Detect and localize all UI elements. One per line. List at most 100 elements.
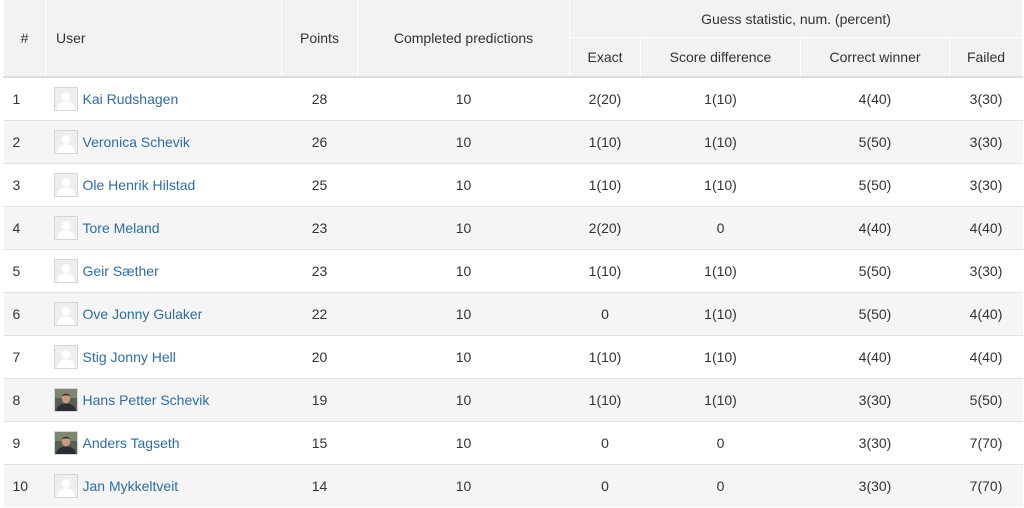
table-row: 1 Kai Rudshagen 28 10 2(20) 1(10) 4(40) 3(30) [3, 77, 1023, 120]
correct-winner-cell: 4(40) [800, 334, 950, 378]
user-profile-link[interactable]: Kai Rudshagen [83, 91, 179, 107]
failed-cell: 4(40) [949, 291, 1023, 335]
user-cell: Geir Sæther [45, 248, 282, 292]
user-cell: Anders Tagseth [45, 420, 282, 464]
table-row: 9 Anders Tagseth 15 10 0 0 3(30) 7(70) [3, 420, 1023, 464]
user-profile-link[interactable]: Stig Jonny Hell [83, 349, 176, 365]
correct-winner-cell: 3(30) [800, 420, 950, 464]
points-cell: 20 [281, 334, 358, 378]
points-cell: 14 [281, 463, 358, 507]
user-placeholder-avatar-icon [53, 129, 78, 154]
points-cell: 26 [281, 119, 358, 163]
user-cell: Hans Petter Schevik [45, 377, 282, 421]
user-placeholder-avatar-icon [53, 172, 78, 197]
score-difference-cell: 1(10) [640, 291, 801, 335]
rank-header[interactable]: # [3, 0, 46, 78]
completed-predictions-cell: 10 [357, 377, 570, 421]
correct-winner-cell: 5(50) [800, 248, 950, 292]
table-row: 8 Hans Petter Schevik 19 10 1(10) 1(10) 3(30) 5… [3, 377, 1023, 421]
failed-cell: 3(30) [949, 119, 1023, 163]
completed-predictions-cell: 10 [357, 77, 570, 120]
table-body: 1 Kai Rudshagen 28 10 2(20) 1(10) 4(40) 3(30) 2 V… [3, 77, 1023, 507]
completed-predictions-cell: 10 [357, 420, 570, 464]
score-difference-cell: 1(10) [640, 77, 801, 120]
exact-cell: 0 [569, 420, 641, 464]
user-placeholder-avatar-icon [53, 301, 78, 326]
points-cell: 23 [281, 248, 358, 292]
rank-cell: 9 [3, 420, 46, 464]
rank-cell: 5 [3, 248, 46, 292]
exact-cell: 2(20) [569, 77, 641, 120]
points-cell: 28 [281, 77, 358, 120]
user-cell: Tore Meland [45, 205, 282, 249]
correct-winner-header[interactable]: Correct winner [800, 37, 950, 78]
completed-predictions-cell: 10 [357, 119, 570, 163]
user-header[interactable]: User [45, 0, 282, 78]
user-profile-link[interactable]: Ove Jonny Gulaker [83, 306, 203, 322]
user-placeholder-avatar-icon [53, 344, 78, 369]
leaderboard-table: # User Points Completed predictions Gues… [3, 0, 1024, 507]
user-photo-avatar [53, 387, 78, 412]
user-profile-link[interactable]: Jan Mykkeltveit [83, 478, 179, 494]
failed-cell: 4(40) [949, 205, 1023, 249]
guess-statistic-group-header: Guess statistic, num. (percent) [568, 0, 1024, 38]
rank-cell: 6 [3, 291, 46, 335]
exact-cell: 1(10) [569, 248, 641, 292]
correct-winner-cell: 4(40) [800, 77, 950, 120]
completed-predictions-header[interactable]: Completed predictions [357, 0, 570, 78]
user-profile-link[interactable]: Tore Meland [83, 220, 160, 236]
user-placeholder-avatar-icon [53, 258, 78, 283]
completed-predictions-cell: 10 [357, 205, 570, 249]
rank-cell: 4 [3, 205, 46, 249]
completed-predictions-cell: 10 [357, 334, 570, 378]
user-cell: Jan Mykkeltveit [45, 463, 282, 507]
points-cell: 25 [281, 162, 358, 206]
score-difference-cell: 1(10) [640, 248, 801, 292]
score-difference-cell: 0 [640, 463, 801, 507]
score-difference-cell: 0 [640, 420, 801, 464]
exact-cell: 1(10) [569, 162, 641, 206]
user-profile-link[interactable]: Veronica Schevik [83, 134, 190, 150]
completed-predictions-cell: 10 [357, 162, 570, 206]
user-profile-link[interactable]: Geir Sæther [83, 263, 159, 279]
exact-header[interactable]: Exact [569, 37, 641, 78]
points-header[interactable]: Points [281, 0, 358, 78]
table-header: # User Points Completed predictions Gues… [3, 0, 1024, 78]
failed-cell: 4(40) [949, 334, 1023, 378]
user-profile-link[interactable]: Hans Petter Schevik [83, 392, 210, 408]
table-row: 2 Veronica Schevik 26 10 1(10) 1(10) 5(50) 3(30… [3, 119, 1023, 163]
table-row: 4 Tore Meland 23 10 2(20) 0 4(40) 4(40) [3, 205, 1023, 249]
exact-cell: 2(20) [569, 205, 641, 249]
rank-cell: 8 [3, 377, 46, 421]
correct-winner-cell: 4(40) [800, 205, 950, 249]
failed-header[interactable]: Failed [948, 37, 1024, 78]
user-placeholder-avatar-icon [53, 215, 78, 240]
score-difference-cell: 1(10) [640, 119, 801, 163]
user-cell: Ole Henrik Hilstad [45, 162, 282, 206]
exact-cell: 1(10) [569, 334, 641, 378]
exact-cell: 1(10) [569, 119, 641, 163]
completed-predictions-cell: 10 [357, 291, 570, 335]
rank-cell: 1 [3, 77, 46, 120]
points-cell: 19 [281, 377, 358, 421]
exact-cell: 0 [569, 291, 641, 335]
correct-winner-cell: 5(50) [800, 291, 950, 335]
failed-cell: 3(30) [949, 77, 1023, 120]
table-row: 6 Ove Jonny Gulaker 22 10 0 1(10) 5(50) 4(40) [3, 291, 1023, 335]
score-difference-cell: 1(10) [640, 334, 801, 378]
table-row: 3 Ole Henrik Hilstad 25 10 1(10) 1(10) 5(50) 3(… [3, 162, 1023, 206]
correct-winner-cell: 5(50) [800, 119, 950, 163]
leaderboard-page: # User Points Completed predictions Gues… [0, 0, 1024, 508]
user-profile-link[interactable]: Ole Henrik Hilstad [83, 177, 196, 193]
user-cell: Ove Jonny Gulaker [45, 291, 282, 335]
score-difference-cell: 1(10) [640, 377, 801, 421]
completed-predictions-cell: 10 [357, 248, 570, 292]
score-difference-header[interactable]: Score difference [640, 37, 801, 78]
failed-cell: 3(30) [949, 248, 1023, 292]
exact-cell: 1(10) [569, 377, 641, 421]
correct-winner-cell: 5(50) [800, 162, 950, 206]
score-difference-cell: 1(10) [640, 162, 801, 206]
correct-winner-cell: 3(30) [800, 377, 950, 421]
user-profile-link[interactable]: Anders Tagseth [83, 435, 180, 451]
rank-cell: 3 [3, 162, 46, 206]
